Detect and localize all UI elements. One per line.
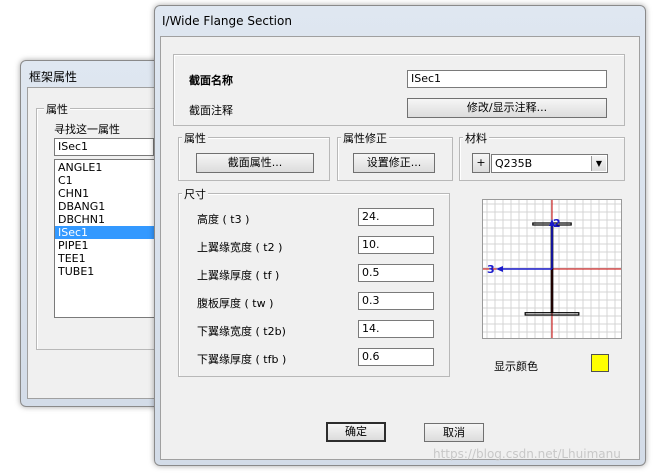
frame-properties-client: 属性 寻找这一属性 ISec1 ANGLE1 C1 CHN1 DBANG1 DBCHN1… [27, 87, 165, 399]
modifiers-group-label: 属性修正 [341, 130, 389, 146]
dimension-input[interactable]: 10. [358, 236, 434, 254]
section-name-label: 截面名称 [189, 74, 233, 87]
property-listbox[interactable]: ANGLE1 C1 CHN1 DBANG1 DBCHN1 ISec1 PIPE1 TEE1 TU… [54, 159, 158, 318]
properties-section-label: 属性 [182, 130, 208, 146]
properties-group-label: 属性 [44, 101, 70, 117]
material-group-label: 材料 [463, 130, 489, 146]
property-list-item[interactable]: C1 [55, 174, 157, 187]
frame-properties-title: 框架属性 [29, 70, 78, 84]
dimension-input[interactable]: 24. [358, 208, 434, 226]
property-list-item[interactable]: ISec1 [55, 226, 157, 239]
iwide-flange-dialog: I/Wide Flange Section 截面名称 ISec1 截面注释 修改… [154, 5, 646, 466]
property-list-item[interactable]: ANGLE1 [55, 161, 157, 174]
material-add-button[interactable]: + [472, 153, 490, 173]
modify-notes-button[interactable]: 修改/显示注释... [407, 98, 607, 118]
property-list: ANGLE1 C1 CHN1 DBANG1 DBCHN1 ISec1 PIPE1 TEE1 TU… [55, 160, 157, 278]
dimension-label: 上翼缘厚度 ( tf ) [197, 269, 280, 282]
watermark: https://blog.csdn.net/Lhuimanu [433, 447, 621, 461]
dimension-input[interactable]: 0.5 [358, 264, 434, 282]
section-name-input[interactable]: ISec1 [407, 70, 607, 88]
dialog-client: 截面名称 ISec1 截面注释 修改/显示注释... 属性 截面属性... 属性… [160, 36, 640, 460]
dimension-input[interactable]: 0.3 [358, 292, 434, 310]
property-list-item[interactable]: PIPE1 [55, 239, 157, 252]
dimension-label: 下翼缘厚度 ( tfb ) [197, 353, 287, 366]
property-search-input[interactable]: ISec1 [54, 138, 154, 156]
set-modifiers-button[interactable]: 设置修正... [353, 153, 435, 173]
section-properties-button[interactable]: 截面属性... [196, 153, 314, 173]
property-list-item[interactable]: DBANG1 [55, 200, 157, 213]
dimension-label: 高度 ( t3 ) [197, 213, 250, 226]
display-color-label: 显示颜色 [494, 360, 538, 373]
display-color-swatch[interactable] [591, 354, 609, 372]
property-list-item[interactable]: DBCHN1 [55, 213, 157, 226]
property-list-item[interactable]: TUBE1 [55, 265, 157, 278]
find-property-label: 寻找这一属性 [54, 123, 120, 136]
material-select[interactable]: Q235B ▼ [491, 154, 608, 173]
dimension-label: 下翼缘宽度 ( t2b) [197, 325, 286, 338]
dimension-label: 腹板厚度 ( tw ) [197, 297, 274, 310]
dimension-input[interactable]: 0.6 [358, 348, 434, 366]
section-preview: 23 [482, 199, 622, 339]
cancel-button[interactable]: 取消 [424, 423, 484, 442]
axis-3-arrowhead [496, 266, 503, 272]
frame-properties-window: 框架属性 属性 寻找这一属性 ISec1 ANGLE1 C1 CHN1 DBANG1 D… [20, 60, 172, 407]
dialog-title: I/Wide Flange Section [162, 14, 292, 28]
section-drawing: 23 [483, 200, 621, 338]
material-value: Q235B [495, 157, 533, 170]
property-list-item[interactable]: CHN1 [55, 187, 157, 200]
ok-button[interactable]: 确定 [326, 422, 386, 442]
chevron-down-icon[interactable]: ▼ [591, 156, 606, 171]
axis-2-label: 2 [553, 217, 561, 230]
dimension-label: 上翼缘宽度 ( t2 ) [197, 241, 283, 254]
axis-3-label: 3 [487, 263, 495, 276]
dimension-input[interactable]: 14. [358, 320, 434, 338]
dimensions-group-label: 尺寸 [182, 186, 208, 202]
section-notes-label: 截面注释 [189, 104, 233, 117]
property-list-item[interactable]: TEE1 [55, 252, 157, 265]
